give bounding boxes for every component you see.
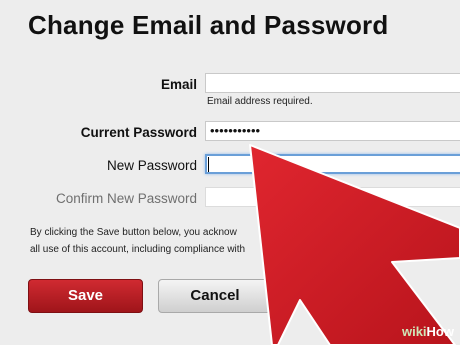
watermark-wiki: wiki bbox=[401, 324, 427, 339]
email-label: Email bbox=[160, 77, 197, 92]
legal-line-2: all use of this account, including compl… bbox=[30, 241, 460, 258]
cancel-button[interactable]: Cancel bbox=[158, 279, 272, 313]
current-password-label: Current Password bbox=[80, 125, 197, 140]
save-button[interactable]: Save bbox=[28, 279, 143, 313]
confirm-password-field[interactable] bbox=[205, 187, 460, 207]
new-password-label: New Password bbox=[106, 158, 197, 173]
wikihow-watermark: wikiHow bbox=[402, 324, 454, 339]
page-title: Change Email and Password bbox=[28, 10, 389, 40]
new-password-field[interactable] bbox=[205, 154, 460, 174]
email-hint: Email address required. bbox=[207, 96, 313, 107]
watermark-how: How bbox=[426, 324, 454, 339]
legal-line-2-end: e by all account bbox=[345, 244, 415, 255]
legal-line-1-start: By clicking the Save button below, you a… bbox=[30, 227, 237, 238]
confirm-password-label: Confirm New Password bbox=[55, 191, 197, 206]
legal-text: By clicking the Save button below, you a… bbox=[30, 224, 460, 258]
legal-line-2-start: all use of this account, including compl… bbox=[30, 244, 246, 255]
email-field[interactable] bbox=[205, 73, 460, 93]
legal-line-1-end: ars of age bbox=[356, 227, 402, 238]
text-caret bbox=[208, 157, 209, 172]
legal-line-1: By clicking the Save button below, you a… bbox=[30, 224, 460, 241]
current-password-field[interactable]: ••••••••••• bbox=[205, 121, 460, 141]
